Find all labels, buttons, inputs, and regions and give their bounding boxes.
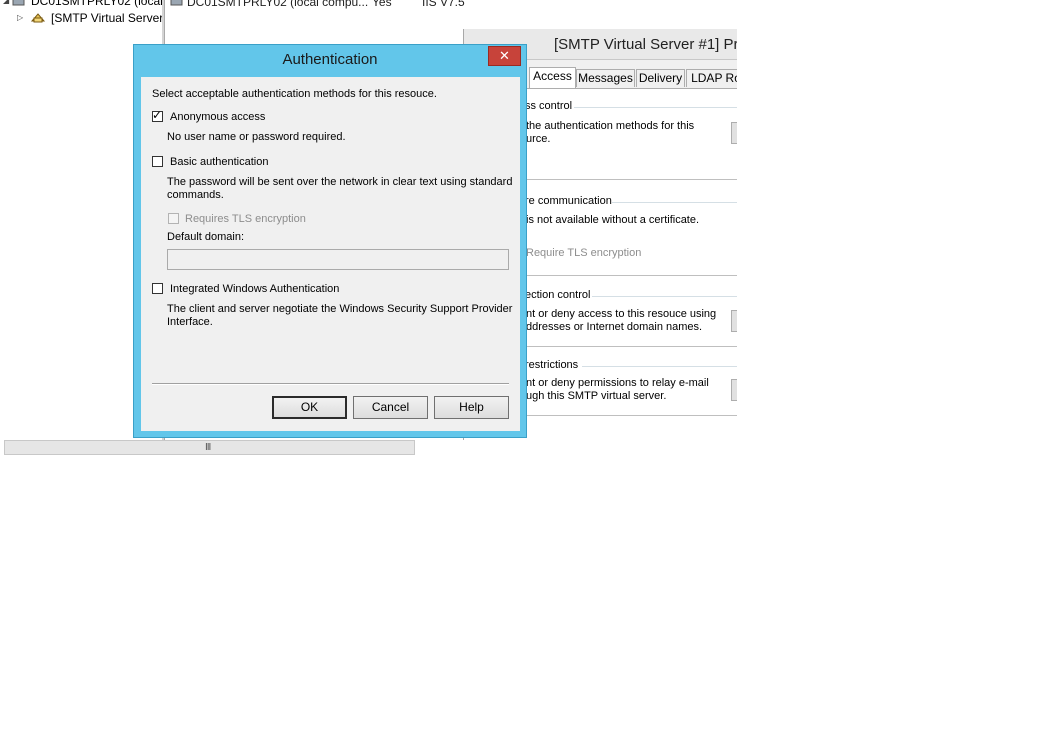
help-button[interactable]: Help <box>434 396 509 419</box>
tab-delivery[interactable]: Delivery <box>636 69 685 87</box>
requires-tls-label: Requires TLS encryption <box>185 213 306 225</box>
integrated-windows-authentication-checkbox[interactable] <box>152 283 163 294</box>
group-divider <box>582 366 737 367</box>
basic-authentication-description-2: commands. <box>167 189 224 201</box>
server-icon <box>12 0 26 7</box>
relay-button[interactable] <box>731 379 737 401</box>
group-separator <box>519 179 737 180</box>
integrated-windows-authentication-description-2: Interface. <box>167 316 213 328</box>
group-divider <box>574 107 737 108</box>
basic-authentication-checkbox[interactable] <box>152 156 163 167</box>
relay-restrictions-group-label: restrictions <box>525 359 579 371</box>
basic-authentication-label[interactable]: Basic authentication <box>170 156 268 169</box>
anonymous-access-checkbox[interactable]: ✓ <box>152 108 163 122</box>
ok-button[interactable]: OK <box>272 396 347 419</box>
secure-communication-group-label: re communication <box>525 195 612 207</box>
close-button[interactable]: ✕ <box>488 46 521 66</box>
connection-control-text-2: ddresses or Internet domain names. <box>526 321 703 333</box>
tree-item-smtp-virtual-server[interactable]: [SMTP Virtual Server <box>51 11 163 25</box>
group-separator <box>519 346 737 347</box>
connection-button[interactable] <box>731 310 737 332</box>
list-row-name[interactable]: DC01SMTPRLY02 (local compu... <box>187 0 368 9</box>
button-separator <box>152 383 509 385</box>
tree-item-server[interactable]: DC01SMTPRLY02 (local <box>31 0 163 8</box>
anonymous-access-label[interactable]: Anonymous access <box>170 111 265 124</box>
tab-ldap-routing[interactable]: LDAP Ro <box>686 69 737 87</box>
group-separator <box>519 275 737 276</box>
access-control-text-1: the authentication methods for this <box>526 120 695 132</box>
default-domain-input <box>167 249 509 270</box>
authentication-button[interactable] <box>731 122 737 144</box>
dialog-content: Select acceptable authentication methods… <box>141 77 520 431</box>
horizontal-scrollbar[interactable]: III <box>4 440 415 455</box>
integrated-windows-authentication-description-1: The client and server negotiate the Wind… <box>167 303 513 315</box>
expand-arrow-icon[interactable]: ◢ <box>3 0 9 5</box>
checkmark-icon: ✓ <box>152 108 163 122</box>
list-row-version: IIS V7.5 <box>422 0 465 9</box>
relay-restrictions-text-2: ugh this SMTP virtual server. <box>526 390 667 402</box>
secure-communication-text: is not available without a certificate. <box>526 214 700 226</box>
group-divider <box>612 202 737 203</box>
anonymous-access-description: No user name or password required. <box>167 131 346 143</box>
list-row-status: Yes <box>372 0 392 9</box>
dialog-title: Authentication <box>282 51 378 68</box>
access-control-group-label: ss control <box>525 100 573 112</box>
collapse-arrow-icon[interactable]: ▷ <box>17 13 23 22</box>
relay-restrictions-text-1: nt or deny permissions to relay e-mail <box>526 377 709 389</box>
access-control-text-2: urce. <box>526 133 551 145</box>
authentication-dialog: Authentication ✕ Select acceptable authe… <box>133 44 527 438</box>
group-divider <box>592 296 737 297</box>
connection-control-group-label: ection control <box>525 289 591 301</box>
basic-authentication-description-1: The password will be sent over the netwo… <box>167 176 513 188</box>
tab-messages[interactable]: Messages <box>576 69 635 87</box>
connection-control-text-1: nt or deny access to this resouce using <box>526 308 717 320</box>
require-tls-label: Require TLS encryption <box>526 247 642 259</box>
requires-tls-checkbox <box>168 213 179 224</box>
intro-text: Select acceptable authentication methods… <box>152 88 437 100</box>
cancel-button[interactable]: Cancel <box>353 396 428 419</box>
group-separator <box>519 415 737 416</box>
smtp-server-icon <box>30 12 46 23</box>
properties-title: [SMTP Virtual Server #1] Pro <box>554 36 737 53</box>
tab-access[interactable]: Access <box>529 67 576 88</box>
computer-icon <box>170 0 184 7</box>
default-domain-label: Default domain: <box>167 231 245 243</box>
integrated-windows-authentication-label[interactable]: Integrated Windows Authentication <box>170 283 339 296</box>
close-icon: ✕ <box>499 48 510 63</box>
scrollbar-grip-icon[interactable]: III <box>205 442 211 453</box>
